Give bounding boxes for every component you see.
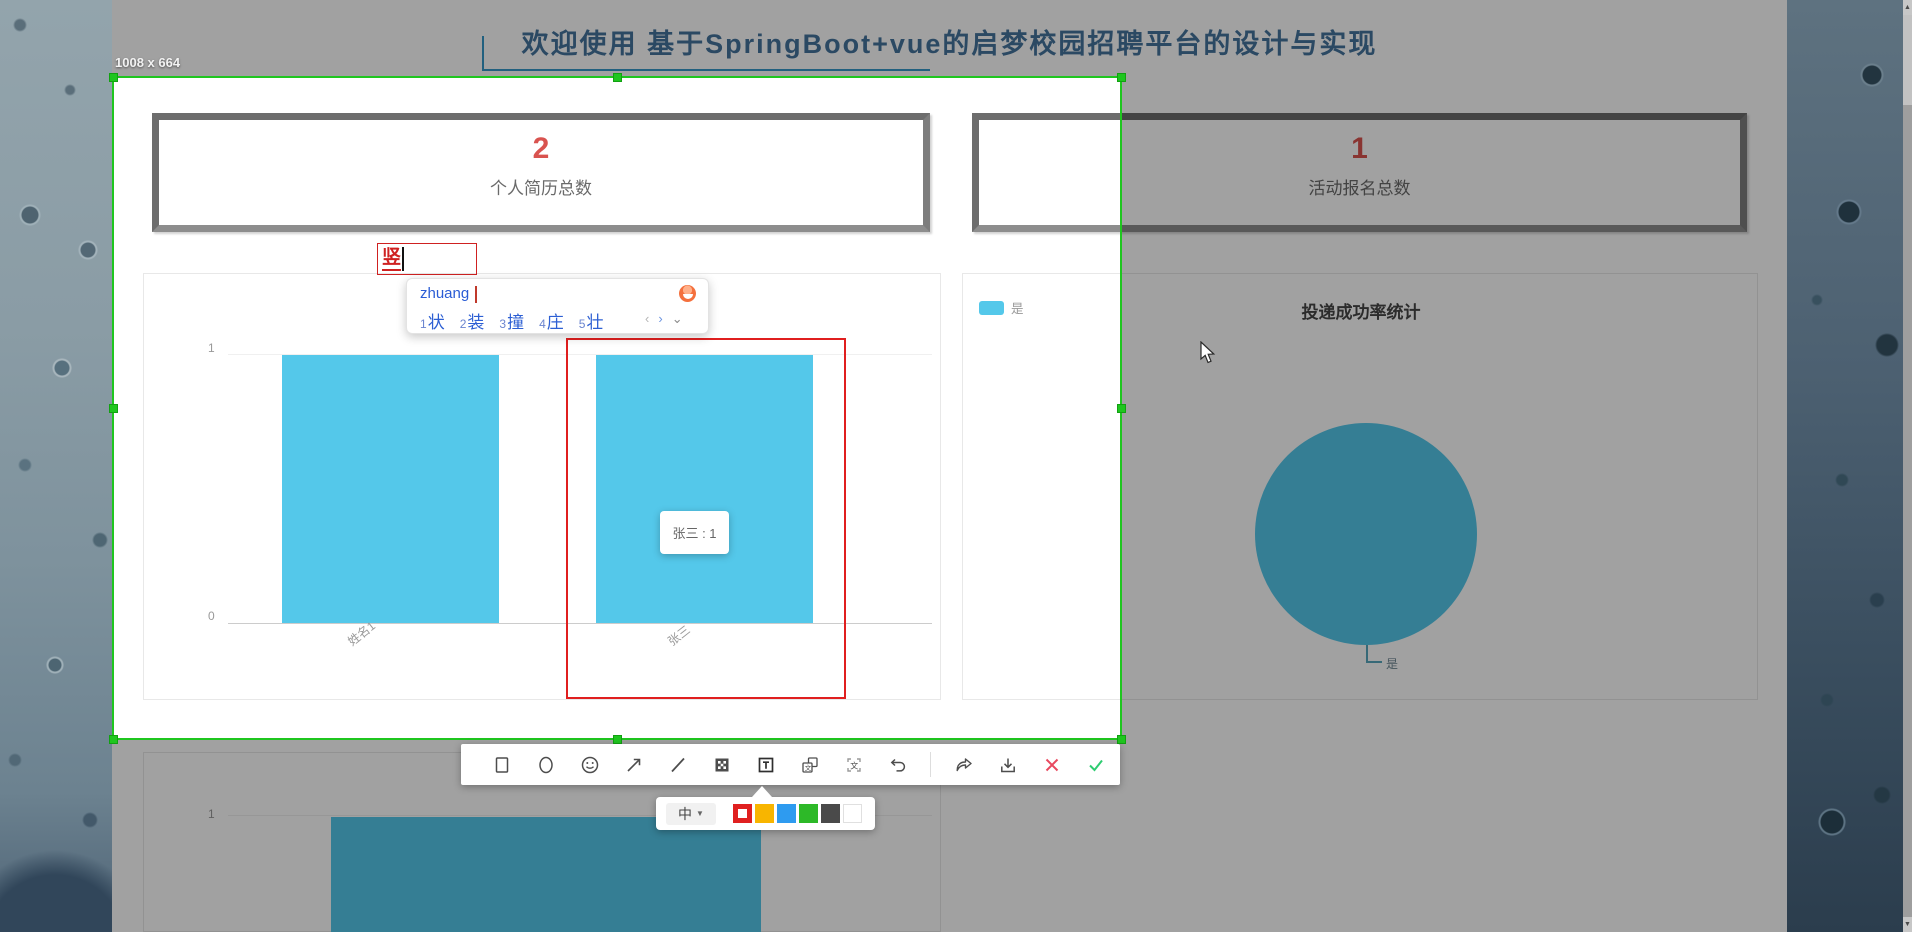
colorbar-pointer <box>752 786 772 797</box>
translate-tool-button[interactable]: 文 <box>798 753 821 776</box>
ime-candidate-2[interactable]: 2装 <box>460 308 485 333</box>
color-swatch-gray[interactable] <box>821 804 840 823</box>
desktop-wallpaper-left <box>0 0 112 932</box>
ime-prev-icon[interactable]: ‹ <box>645 311 649 327</box>
handle-bottom-right[interactable] <box>1117 735 1126 744</box>
handle-bottom-mid[interactable] <box>613 735 622 744</box>
ime-candidate-4[interactable]: 4庄 <box>539 308 564 333</box>
color-swatch-blue[interactable] <box>777 804 796 823</box>
chart-tooltip: 张三 : 1 <box>660 511 729 554</box>
dim-overlay-top <box>112 0 1122 76</box>
color-swatch-red-selected[interactable] <box>733 804 752 823</box>
ime-composition: zhuang <box>420 285 469 302</box>
svg-text:文: 文 <box>804 763 811 772</box>
ime-candidates: 1状 2装 3撞 4庄 5壮 <box>420 308 603 333</box>
ime-nav: ‹ › ⌄ <box>645 311 683 327</box>
font-size-dropdown[interactable]: 中 ▼ <box>666 803 716 825</box>
color-swatch-white[interactable] <box>843 804 862 823</box>
text-tool-button[interactable] <box>754 753 777 776</box>
scrollbar-up-icon[interactable]: ▲ <box>1903 0 1912 15</box>
screen: ▲ ▼ 欢迎使用 基于SpringBoot+vue的启梦校园招聘平台的设计与实现… <box>0 0 1912 932</box>
dim-overlay-right <box>1122 0 1787 932</box>
ocr-tool-button[interactable]: 文 <box>842 753 865 776</box>
handle-top-right[interactable] <box>1117 73 1126 82</box>
share-button[interactable] <box>952 753 975 776</box>
ime-expand-icon[interactable]: ⌄ <box>672 311 683 327</box>
ime-candidate-window: zhuang 1状 2装 3撞 4庄 5壮 ‹ › ⌄ <box>406 278 709 334</box>
svg-text:文: 文 <box>850 760 858 770</box>
color-swatches <box>733 804 862 823</box>
handle-mid-left[interactable] <box>109 404 118 413</box>
emoji-tool-button[interactable] <box>578 753 601 776</box>
rectangle-tool-button[interactable] <box>490 753 513 776</box>
browser-scrollbar[interactable]: ▲ ▼ <box>1903 0 1912 932</box>
ime-candidate-1[interactable]: 1状 <box>420 308 445 333</box>
ime-candidate-5[interactable]: 5壮 <box>579 308 604 333</box>
text-annotation-value: 竖 <box>382 247 401 271</box>
undo-button[interactable] <box>886 753 909 776</box>
ime-caret <box>475 286 477 303</box>
desktop-wallpaper-right <box>1787 0 1903 932</box>
font-size-value: 中 <box>678 804 692 824</box>
mosaic-tool-button[interactable] <box>710 753 733 776</box>
download-button[interactable] <box>996 753 1019 776</box>
annotation-colorbar: 中 ▼ <box>656 797 875 830</box>
color-swatch-yellow[interactable] <box>755 804 774 823</box>
scrollbar-down-icon[interactable]: ▼ <box>1903 917 1912 932</box>
arrow-tool-button[interactable] <box>622 753 645 776</box>
ime-emoji-icon[interactable] <box>679 285 696 302</box>
confirm-button[interactable] <box>1084 753 1107 776</box>
chevron-down-icon: ▼ <box>696 809 704 818</box>
color-swatch-green[interactable] <box>799 804 818 823</box>
toolbar-separator <box>930 752 931 777</box>
cancel-button[interactable] <box>1040 753 1063 776</box>
line-tool-button[interactable] <box>666 753 689 776</box>
ime-candidate-3[interactable]: 3撞 <box>499 308 524 333</box>
handle-top-left[interactable] <box>109 73 118 82</box>
handle-mid-right[interactable] <box>1117 404 1126 413</box>
mouse-cursor <box>1199 341 1219 370</box>
handle-bottom-left[interactable] <box>109 735 118 744</box>
handle-top-mid[interactable] <box>613 73 622 82</box>
text-annotation-input[interactable]: 竖 <box>377 243 477 275</box>
scrollbar-thumb[interactable] <box>1903 15 1912 105</box>
ellipse-tool-button[interactable] <box>534 753 557 776</box>
annotation-toolbar: 文 文 <box>461 744 1120 785</box>
ime-next-icon[interactable]: › <box>658 311 662 327</box>
text-caret <box>402 247 404 271</box>
selection-size-label: 1008 x 664 <box>115 55 180 70</box>
